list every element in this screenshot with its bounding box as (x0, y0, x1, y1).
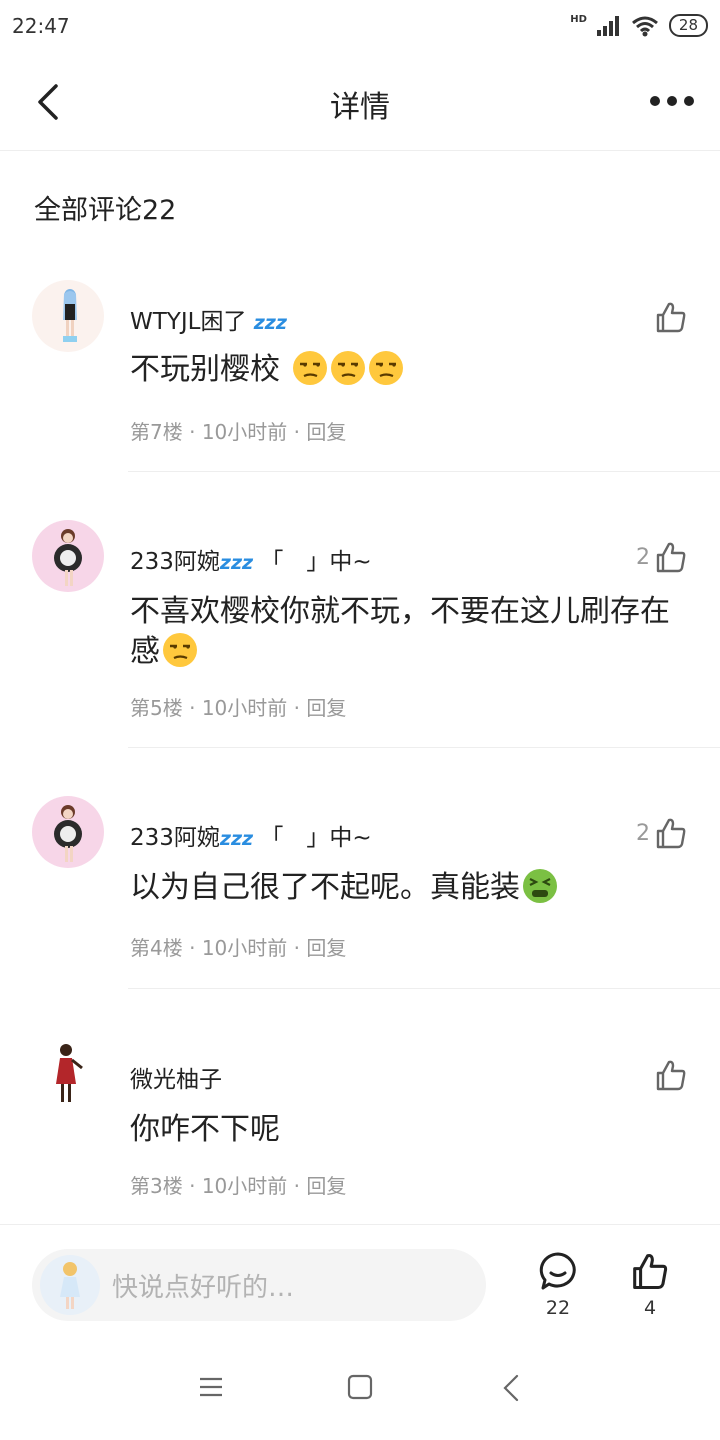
home-nav-button[interactable] (347, 1374, 373, 1404)
unamused-face-icon (163, 633, 197, 667)
page-title: 详情 (330, 90, 390, 125)
comment-meta: 第7楼 · 10小时前 · 回复 (130, 416, 346, 445)
menu-nav-button[interactable] (198, 1374, 224, 1404)
meta-separator: · (189, 936, 196, 960)
divider (128, 988, 720, 989)
battery-indicator: 28 (668, 14, 708, 37)
avatar-figure-icon (63, 289, 77, 342)
comment-input-placeholder: 快说点好听的… (112, 1273, 295, 1303)
divider (128, 747, 720, 748)
status-icons: HD 28 (570, 14, 708, 37)
username[interactable]: 微光柚子 (130, 1060, 222, 1094)
comment-meta: 第4楼 · 10小时前 · 回复 (130, 932, 346, 961)
bottom-action-bar: 快说点好听的… 22 4 (0, 1224, 720, 1345)
like-button[interactable] (650, 300, 688, 334)
floor-label: 第7楼 (130, 420, 183, 444)
unamused-face-icon (330, 351, 365, 385)
reply-link[interactable]: 回复 (306, 1174, 346, 1198)
meta-separator: · (293, 1174, 300, 1198)
meta-separator: · (293, 420, 300, 444)
comment-input[interactable]: 快说点好听的… (32, 1249, 486, 1321)
avatar-figure-icon (60, 1262, 80, 1309)
comment-time: 10小时前 (201, 696, 288, 720)
comment-time: 10小时前 (201, 936, 288, 960)
thumbs-up-icon (656, 1060, 686, 1091)
username[interactable]: WTYJL困了 zzz (130, 302, 287, 336)
floor-label: 第4楼 (130, 936, 183, 960)
reply-link[interactable]: 回复 (306, 696, 346, 720)
sleeping-badge-icon: zzz (219, 828, 254, 850)
thumbs-up-icon (656, 302, 686, 333)
comment-text: 不玩别樱校 (130, 350, 690, 390)
username[interactable]: 233阿婉zzz 「 」中~ (130, 542, 372, 576)
sleeping-badge-icon: zzz (253, 312, 287, 334)
avatar[interactable] (32, 520, 104, 592)
avatar[interactable] (32, 1038, 104, 1110)
comment-bubble-icon (539, 1252, 576, 1290)
reply-link[interactable]: 回复 (306, 420, 346, 444)
network-type-label: HD (570, 14, 587, 25)
sleeping-badge-icon: zzz (219, 552, 254, 574)
reply-link[interactable]: 回复 (306, 936, 346, 960)
comment-meta: 第5楼 · 10小时前 · 回复 (130, 692, 346, 721)
like-count: 2 (636, 544, 650, 570)
home-square-icon (347, 1374, 373, 1400)
signal-icon (596, 15, 619, 36)
comments-button[interactable]: 22 (528, 1251, 588, 1319)
like-post-button[interactable]: 4 (620, 1251, 680, 1319)
like-button[interactable]: 2 (636, 816, 688, 850)
menu-icon (200, 1377, 222, 1397)
thumbs-up-icon (656, 818, 686, 849)
status-bar: 22:47 HD 28 (0, 0, 720, 52)
meta-separator: · (189, 1174, 196, 1198)
avatar-figure-icon (54, 805, 82, 862)
more-dot-icon (684, 96, 694, 106)
thumbs-up-icon (656, 542, 686, 573)
more-dot-icon (667, 96, 677, 106)
all-comments-title: 全部评论22 (34, 195, 177, 226)
my-avatar (40, 1255, 100, 1315)
meta-separator: · (189, 696, 196, 720)
like-button[interactable]: 2 (636, 540, 688, 574)
avatar[interactable] (32, 280, 104, 352)
thumbs-up-icon (633, 1253, 668, 1289)
meta-separator: · (293, 696, 300, 720)
floor-label: 第3楼 (130, 1174, 183, 1198)
meta-separator: · (189, 420, 196, 444)
system-nav-bar (0, 1344, 720, 1440)
comment-count: 22 (545, 1297, 571, 1319)
comment-text: 你咋不下呢 (130, 1112, 280, 1147)
app-header: 详情 (0, 52, 720, 151)
comment-text: 不喜欢樱校你就不玩，不要在这儿刷存在感 (130, 594, 670, 669)
back-nav-button[interactable] (500, 1374, 522, 1406)
nauseated-face-icon (523, 869, 557, 903)
avatar-figure-icon (56, 1044, 83, 1102)
more-options-button[interactable] (650, 86, 694, 116)
username[interactable]: 233阿婉zzz 「 」中~ (130, 818, 372, 852)
comment-time: 10小时前 (201, 1174, 288, 1198)
more-dot-icon (650, 96, 660, 106)
avatar-figure-icon (54, 529, 82, 586)
like-count: 2 (636, 820, 650, 846)
comment-meta: 第3楼 · 10小时前 · 回复 (130, 1170, 346, 1199)
comment-time: 10小时前 (201, 420, 288, 444)
floor-label: 第5楼 (130, 696, 183, 720)
status-time: 22:47 (12, 14, 70, 38)
avatar[interactable] (32, 796, 104, 868)
unamused-face-icon (292, 351, 327, 385)
unamused-face-icon (368, 351, 403, 385)
meta-separator: · (293, 936, 300, 960)
wifi-icon (631, 16, 658, 36)
back-triangle-icon (503, 1374, 519, 1402)
comment-text: 以为自己很了不起呢。真能装 (130, 868, 690, 908)
divider (128, 471, 720, 472)
post-like-count: 4 (643, 1297, 657, 1319)
like-button[interactable] (650, 1058, 688, 1092)
